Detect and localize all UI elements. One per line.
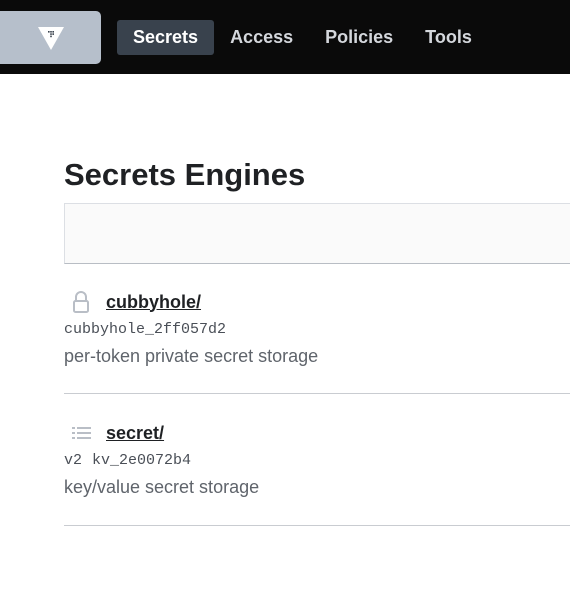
nav-item-policies[interactable]: Policies: [309, 20, 409, 55]
engine-header: cubbyhole/: [64, 289, 570, 315]
engine-description: per-token private secret storage: [64, 346, 319, 366]
engine-version: v2: [64, 452, 83, 469]
secrets-toolbar: [64, 203, 570, 264]
engine-path-link[interactable]: secret/: [106, 423, 164, 444]
engine-description: key/value secret storage: [64, 477, 260, 497]
engine-accessor: v2 kv_2e0072b4: [64, 452, 570, 469]
engine-accessor-id: cubbyhole_2ff057d2: [64, 321, 227, 338]
page-title: Secrets Engines: [64, 157, 306, 192]
engine-accessor-id: kv_2e0072b4: [92, 452, 192, 469]
engine-list-item-secret[interactable]: secret/ v2 kv_2e0072b4 key/value secret s…: [64, 420, 570, 526]
main-nav: Secrets Access Policies Tools: [117, 20, 488, 55]
list-icon: [64, 420, 106, 446]
engine-header: secret/: [64, 420, 570, 446]
nav-item-access[interactable]: Access: [214, 20, 309, 55]
nav-item-secrets[interactable]: Secrets: [117, 20, 215, 55]
vault-logo-button[interactable]: [0, 11, 101, 64]
engine-list-item-cubbyhole[interactable]: cubbyhole/ cubbyhole_2ff057d2 per-token …: [64, 289, 570, 394]
engine-path-link[interactable]: cubbyhole/: [106, 292, 201, 313]
top-navigation-bar: Secrets Access Policies Tools: [0, 0, 570, 74]
vault-logo-icon: [37, 26, 64, 50]
lock-icon: [64, 289, 106, 315]
engine-accessor: cubbyhole_2ff057d2: [64, 321, 570, 338]
nav-item-tools[interactable]: Tools: [409, 20, 488, 55]
